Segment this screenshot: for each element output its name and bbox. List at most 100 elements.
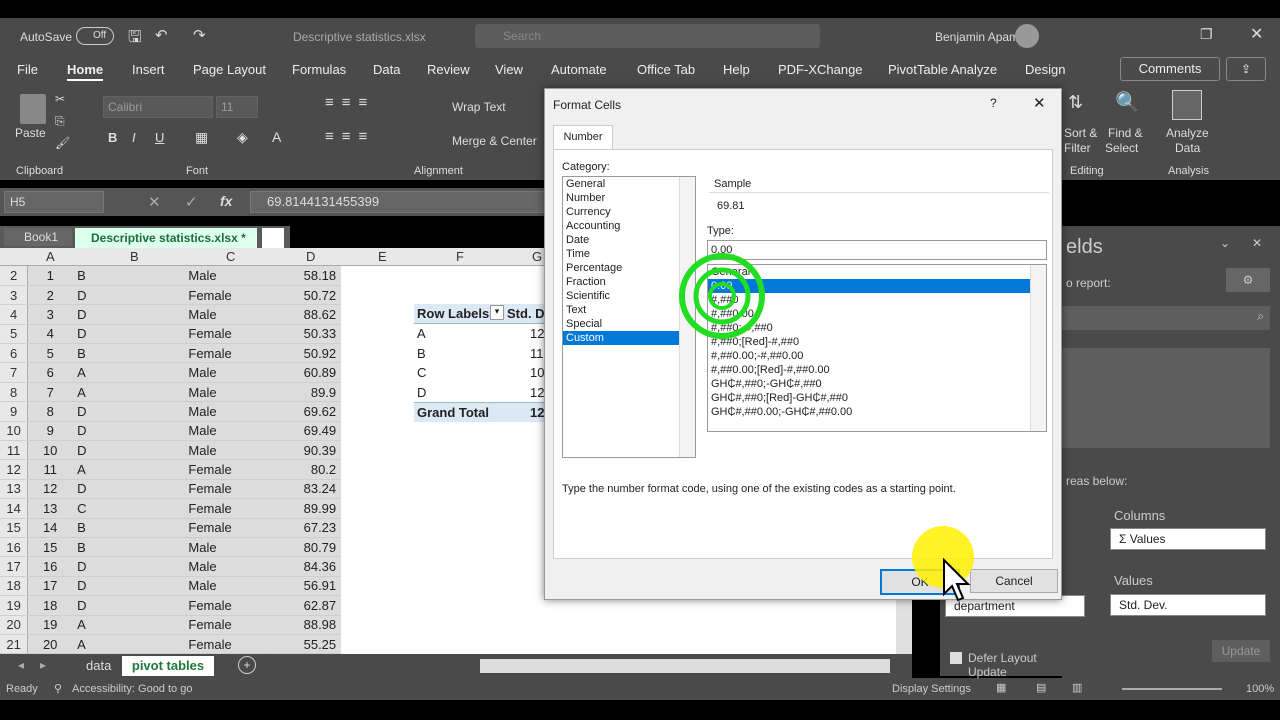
cell-gender[interactable]: Male [183, 401, 265, 422]
cell-gender[interactable]: Male [183, 440, 265, 461]
row-header[interactable]: 12 [0, 459, 29, 480]
cell-score[interactable]: 67.23 [264, 518, 342, 538]
cell-department[interactable]: D [72, 595, 185, 616]
cell-score[interactable]: 80.2 [264, 459, 342, 480]
cell-gender[interactable]: Female [183, 518, 265, 538]
empty-cells[interactable] [340, 634, 912, 654]
cell-department[interactable]: A [72, 615, 185, 635]
filter-label[interactable]: Filter [1064, 141, 1091, 155]
save-icon[interactable]: 🖫 [128, 26, 142, 53]
italic-icon[interactable]: I [132, 130, 136, 145]
row-header[interactable]: 18 [0, 576, 29, 597]
col-header-a[interactable]: A [46, 249, 55, 264]
cell-department[interactable]: D [72, 479, 185, 500]
help-icon[interactable]: ? [990, 96, 997, 110]
tab-pivottable-analyze[interactable]: PivotTable Analyze [888, 62, 997, 77]
cell-gender[interactable]: Female [183, 324, 265, 345]
copy-icon[interactable]: ⎘ [55, 114, 65, 129]
bold-icon[interactable]: B [108, 130, 117, 145]
restore-icon[interactable]: ❐ [1200, 26, 1213, 43]
share-button[interactable]: ⇪ [1226, 57, 1266, 81]
row-header[interactable]: 9 [0, 401, 29, 422]
cell-id[interactable]: 15 [27, 537, 74, 558]
row-header[interactable]: 4 [0, 304, 29, 325]
align-left-icons[interactable]: ≡≡≡ [325, 128, 375, 145]
cell-department[interactable]: A [72, 362, 185, 383]
format-code-scrollbar[interactable] [1030, 265, 1046, 431]
field-search-input[interactable]: ⌕ [1062, 306, 1270, 330]
pivot-grand-total-row[interactable]: Grand Total 12 [414, 402, 564, 422]
cell-id[interactable]: 10 [27, 440, 74, 461]
cell-score[interactable]: 69.62 [264, 401, 342, 422]
sheet-tab-data[interactable]: data [86, 658, 111, 673]
avatar[interactable] [1015, 24, 1039, 48]
category-item[interactable]: Currency [563, 205, 695, 219]
row-header[interactable]: 5 [0, 324, 29, 345]
tab-office-tab[interactable]: Office Tab [637, 62, 695, 77]
cell-score[interactable]: 62.87 [264, 595, 342, 616]
horizontal-scrollbar[interactable] [480, 659, 890, 673]
redo-icon[interactable]: ↷ [193, 26, 206, 44]
cell-department[interactable]: B [72, 518, 185, 538]
row-header[interactable]: 20 [0, 615, 29, 635]
tab-home[interactable]: Home [67, 62, 104, 81]
format-code-item[interactable]: GH₵#,##0;[Red]-GH₵#,##0 [708, 391, 1046, 405]
add-sheet-icon[interactable]: + [238, 656, 256, 674]
name-box[interactable]: H5 [4, 191, 104, 213]
cell-department[interactable]: D [72, 556, 185, 577]
cell-id[interactable]: 3 [27, 304, 74, 325]
cell-id[interactable]: 5 [27, 343, 74, 364]
row-header[interactable]: 8 [0, 382, 29, 403]
settings-gear-icon[interactable]: ⚙ [1226, 268, 1270, 292]
cell-department[interactable]: D [72, 401, 185, 422]
zoom-slider[interactable] [1122, 688, 1222, 690]
cell-id[interactable]: 18 [27, 595, 74, 616]
comments-button[interactable]: Comments [1120, 57, 1220, 81]
format-code-item[interactable]: GH₵#,##0;-GH₵#,##0 [708, 377, 1046, 391]
book-tab-book1[interactable]: Book1 [4, 228, 72, 246]
cell-score[interactable]: 89.99 [264, 498, 342, 519]
row-header[interactable]: 19 [0, 595, 29, 616]
find-icon[interactable]: 🔍 [1115, 90, 1140, 115]
cell-score[interactable]: 50.92 [264, 343, 342, 364]
cell-score[interactable]: 55.25 [264, 634, 342, 654]
cell-score[interactable]: 83.24 [264, 479, 342, 500]
row-header[interactable]: 17 [0, 556, 29, 577]
cell-score[interactable]: 60.89 [264, 362, 342, 383]
tab-data[interactable]: Data [373, 62, 400, 77]
cell-department[interactable]: B [72, 266, 185, 286]
cell-score[interactable]: 56.91 [264, 576, 342, 597]
cell-gender[interactable]: Female [183, 285, 265, 306]
cell-department[interactable]: D [72, 324, 185, 345]
book-tab-descriptive[interactable]: Descriptive statistics.xlsx * [75, 228, 257, 248]
cut-icon[interactable]: ✂ [55, 92, 65, 106]
font-size-select[interactable]: 11 [216, 96, 258, 118]
cell-department[interactable]: B [72, 537, 185, 558]
page-break-icon[interactable]: ▥ [1072, 681, 1082, 694]
cell-gender[interactable]: Female [183, 459, 265, 480]
accessibility-icon[interactable]: ⚲ [54, 682, 62, 695]
columns-field-values[interactable]: Σ Values [1110, 528, 1266, 550]
underline-icon[interactable]: U [155, 130, 164, 145]
borders-icon[interactable]: ▦ [195, 129, 208, 146]
cell-department[interactable]: A [72, 382, 185, 403]
cell-id[interactable]: 11 [27, 459, 74, 480]
accessibility-status[interactable]: Accessibility: Good to go [72, 683, 192, 695]
cell-id[interactable]: 13 [27, 498, 74, 519]
cell-score[interactable]: 89.9 [264, 382, 342, 403]
format-code-item[interactable]: #,##0.00;[Red]-#,##0.00 [708, 363, 1046, 377]
dialog-close-icon[interactable]: ✕ [1033, 94, 1046, 112]
cell-score[interactable]: 88.62 [264, 304, 342, 325]
paste-label[interactable]: Paste [15, 126, 46, 140]
cell-gender[interactable]: Male [183, 421, 265, 442]
cell-gender[interactable]: Male [183, 576, 265, 597]
cell-gender[interactable]: Female [183, 343, 265, 364]
search-box[interactable]: Search [475, 24, 820, 48]
values-field-stddev[interactable]: Std. Dev. [1110, 594, 1266, 616]
cell-id[interactable]: 4 [27, 324, 74, 345]
cell-id[interactable]: 16 [27, 556, 74, 577]
cell-gender[interactable]: Female [183, 498, 265, 519]
cell-department[interactable]: D [72, 304, 185, 325]
sort-label[interactable]: Sort & [1064, 126, 1097, 140]
cell-score[interactable]: 69.49 [264, 421, 342, 442]
